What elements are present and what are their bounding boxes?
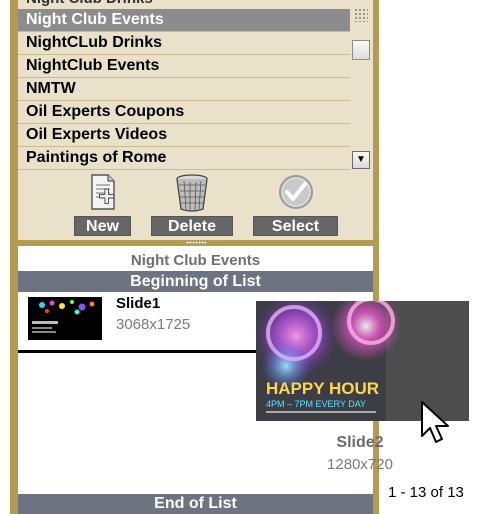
folder-list-item[interactable]: Paintings of Rome: [18, 147, 350, 170]
folder-list-scrollbar[interactable]: ▼: [352, 0, 370, 173]
beginning-of-list-bar: Beginning of List: [18, 271, 373, 292]
end-of-list-bar: End of List: [18, 494, 373, 514]
scroll-down-arrow-icon[interactable]: ▼: [352, 151, 370, 169]
slide-name: Slide1: [116, 295, 161, 312]
folder-list-item[interactable]: Oil Experts Videos: [18, 124, 350, 147]
slide-dimensions: 1280x720: [327, 456, 393, 473]
slide-thumbnail[interactable]: [28, 297, 102, 340]
folder-list-item[interactable]: NMTW: [18, 78, 350, 101]
select-button-label: Select: [253, 216, 338, 236]
folder-list-item-selected[interactable]: Night Club Events: [18, 9, 350, 32]
folder-list-item[interactable]: Oil Experts Coupons: [18, 101, 350, 124]
item-count: 1 - 13 of 13: [388, 484, 464, 501]
folder-list-item[interactable]: NightCLub Drinks: [18, 32, 350, 55]
folder-list-item[interactable]: NightClub Events: [18, 55, 350, 78]
folder-list[interactable]: Night Club Drinks Night Club Events Nigh…: [18, 0, 350, 175]
scrollbar-grip[interactable]: [354, 8, 368, 22]
new-button-label: New: [74, 216, 131, 236]
preview-subline: 4PM – 7PM EVERY DAY: [266, 399, 366, 409]
panel-splitter[interactable]: [18, 240, 373, 246]
new-button[interactable]: New: [74, 173, 131, 238]
delete-button[interactable]: Delete: [151, 173, 233, 238]
scrollbar-thumb[interactable]: [352, 40, 370, 60]
trash-can-icon: [174, 173, 210, 218]
slide-name: Slide2: [336, 434, 384, 451]
preview-headline: HAPPY HOUR: [266, 379, 379, 398]
panel-border-left: [10, 0, 18, 514]
delete-button-label: Delete: [151, 216, 233, 236]
folder-list-panel: Night Club Drinks Night Club Events Nigh…: [18, 0, 373, 240]
checkmark-icon: [277, 173, 315, 216]
mouse-pointer-icon: [418, 400, 458, 455]
slide-dimensions: 3068x1725: [116, 316, 191, 333]
select-button[interactable]: Select: [253, 173, 338, 238]
new-document-icon: [88, 173, 118, 218]
current-folder-title: Night Club Events: [130, 252, 261, 269]
splitter-grip[interactable]: [186, 241, 206, 244]
